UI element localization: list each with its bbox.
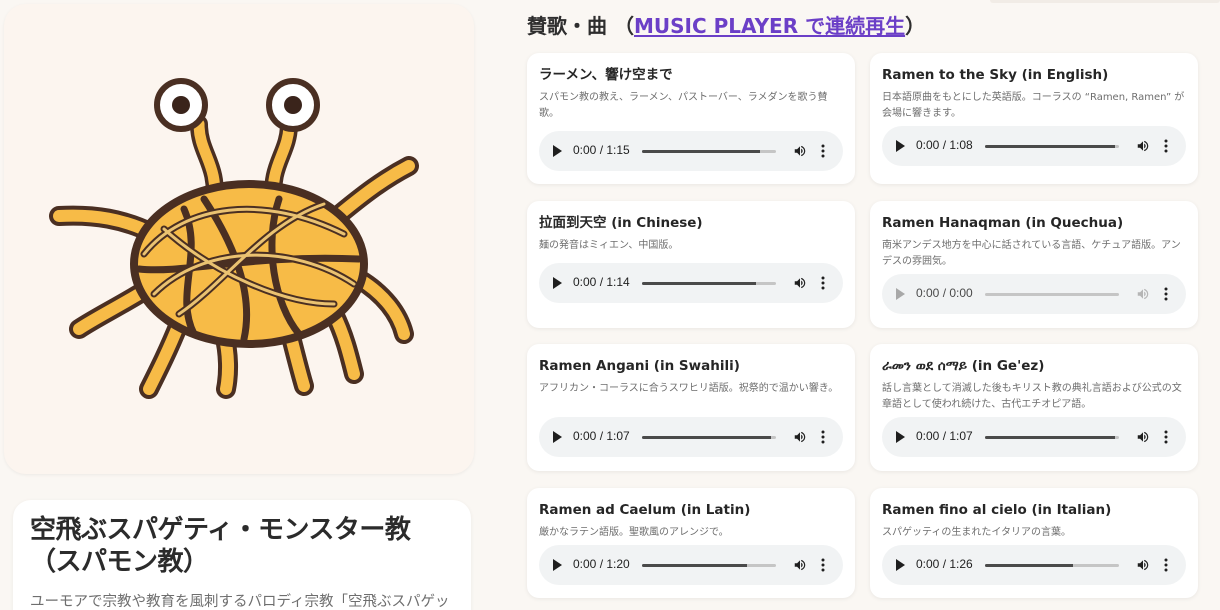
volume-icon[interactable] bbox=[793, 558, 807, 572]
song-description: スパゲッティの生まれたイタリアの言葉。 bbox=[882, 527, 1071, 538]
song-title: Ramen ad Caelum (in Latin) bbox=[539, 502, 751, 518]
song-title: Ramen Hanaqman (in Quechua) bbox=[882, 215, 1124, 231]
more-vertical-icon[interactable] bbox=[1164, 287, 1168, 301]
seek-bar[interactable] bbox=[642, 564, 776, 567]
volume-icon[interactable] bbox=[793, 430, 807, 444]
audio-player[interactable]: 0:00 / 1:20 bbox=[539, 545, 843, 585]
song-title: Ramen fino al cielo (in Italian) bbox=[882, 502, 1112, 518]
time-display: 0:00 / 0:00 bbox=[916, 286, 973, 300]
seek-bar[interactable] bbox=[642, 282, 776, 285]
song-description: 麺の発音はミィエン、中国版。 bbox=[539, 240, 679, 251]
volume-icon[interactable] bbox=[1136, 430, 1150, 444]
song-card: ራመን ወደ ሰማይ (in Ge'ez) 話し言葉として消滅した後もキリスト教… bbox=[870, 344, 1198, 471]
more-vertical-icon[interactable] bbox=[821, 144, 825, 158]
more-vertical-icon[interactable] bbox=[821, 276, 825, 290]
time-display: 0:00 / 1:20 bbox=[573, 557, 630, 571]
seek-bar[interactable] bbox=[985, 145, 1119, 148]
volume-icon[interactable] bbox=[1136, 287, 1150, 301]
time-display: 0:00 / 1:26 bbox=[916, 557, 973, 571]
more-vertical-icon[interactable] bbox=[821, 430, 825, 444]
audio-player[interactable]: 0:00 / 1:07 bbox=[882, 417, 1186, 457]
audio-player[interactable]: 0:00 / 0:00 bbox=[882, 274, 1186, 314]
song-card: Ramen fino al cielo (in Italian) スパゲッティの… bbox=[870, 488, 1198, 598]
more-vertical-icon[interactable] bbox=[1164, 430, 1168, 444]
audio-player[interactable]: 0:00 / 1:07 bbox=[539, 417, 843, 457]
song-card: 拉面到天空 (in Chinese) 麺の発音はミィエン、中国版。 0:00 /… bbox=[527, 201, 855, 328]
song-title: Ramen to the Sky (in English) bbox=[882, 67, 1109, 83]
song-title: Ramen Angani (in Swahili) bbox=[539, 358, 740, 374]
play-icon[interactable] bbox=[896, 288, 905, 300]
play-icon[interactable] bbox=[553, 431, 562, 443]
top-strip bbox=[990, 0, 1220, 3]
song-card: ラーメン、響け空まで スパモン教の教え、ラーメン、パストーバー、ラメダンを歌う賛… bbox=[527, 53, 855, 184]
intro-card: 空飛ぶスパゲティ・モンスター教（スパモン教） ユーモアで宗教や教育を風刺するパロ… bbox=[13, 500, 471, 610]
play-icon[interactable] bbox=[896, 140, 905, 152]
seek-bar[interactable] bbox=[642, 436, 776, 439]
audio-player[interactable]: 0:00 / 1:26 bbox=[882, 545, 1186, 585]
song-card: Ramen Hanaqman (in Quechua) 南米アンデス地方を中心に… bbox=[870, 201, 1198, 328]
volume-icon[interactable] bbox=[793, 144, 807, 158]
more-vertical-icon[interactable] bbox=[1164, 139, 1168, 153]
music-player-link[interactable]: MUSIC PLAYER で連続再生 bbox=[634, 14, 905, 38]
song-card: Ramen to the Sky (in English) 日本語原曲をもとにし… bbox=[870, 53, 1198, 184]
song-title: ラーメン、響け空まで bbox=[539, 67, 673, 83]
volume-icon[interactable] bbox=[1136, 139, 1150, 153]
audio-player[interactable]: 0:00 / 1:08 bbox=[882, 126, 1186, 166]
seek-bar[interactable] bbox=[985, 293, 1119, 296]
song-description: 話し言葉として消滅した後もキリスト教の典礼言語および公式の文章語として使われ続け… bbox=[882, 383, 1182, 410]
volume-icon[interactable] bbox=[793, 276, 807, 290]
time-display: 0:00 / 1:07 bbox=[916, 429, 973, 443]
section-title-prefix: 賛歌・曲 （ bbox=[527, 14, 634, 38]
audio-player[interactable]: 0:00 / 1:14 bbox=[539, 263, 843, 303]
time-display: 0:00 / 1:07 bbox=[573, 429, 630, 443]
song-description: スパモン教の教え、ラーメン、パストーバー、ラメダンを歌う賛歌。 bbox=[539, 92, 828, 119]
play-icon[interactable] bbox=[553, 559, 562, 571]
section-title-suffix: ） bbox=[905, 14, 926, 38]
time-display: 0:00 / 1:08 bbox=[916, 138, 973, 152]
hero-card bbox=[4, 4, 474, 474]
page-title: 空飛ぶスパゲティ・モンスター教（スパモン教） bbox=[30, 515, 411, 577]
time-display: 0:00 / 1:14 bbox=[573, 275, 630, 289]
play-icon[interactable] bbox=[896, 559, 905, 571]
song-description: アフリカン・コーラスに合うスワヒリ語版。祝祭的で温かい響き。 bbox=[539, 383, 839, 394]
seek-bar[interactable] bbox=[642, 150, 776, 153]
song-description: 南米アンデス地方を中心に話されている言語、ケチュア語版。アンデスの雰囲気。 bbox=[882, 240, 1181, 267]
seek-bar[interactable] bbox=[985, 564, 1119, 567]
song-card: Ramen Angani (in Swahili) アフリカン・コーラスに合うス… bbox=[527, 344, 855, 471]
audio-player[interactable]: 0:00 / 1:15 bbox=[539, 131, 843, 171]
song-title: 拉面到天空 (in Chinese) bbox=[539, 215, 703, 231]
song-description: 厳かなラテン語版。聖歌風のアレンジで。 bbox=[539, 527, 729, 538]
flying-spaghetti-monster-image bbox=[49, 78, 419, 399]
intro-text: ユーモアで宗教や教育を風刺するパロディ宗教「空飛ぶスパゲッテ bbox=[30, 594, 450, 610]
more-vertical-icon[interactable] bbox=[1164, 558, 1168, 572]
song-card: Ramen ad Caelum (in Latin) 厳かなラテン語版。聖歌風の… bbox=[527, 488, 855, 598]
seek-bar[interactable] bbox=[985, 436, 1119, 439]
volume-icon[interactable] bbox=[1136, 558, 1150, 572]
more-vertical-icon[interactable] bbox=[821, 558, 825, 572]
play-icon[interactable] bbox=[553, 145, 562, 157]
play-icon[interactable] bbox=[896, 431, 905, 443]
song-description: 日本語原曲をもとにした英語版。コーラスの “Ramen, Ramen” が会場に… bbox=[882, 92, 1185, 119]
play-icon[interactable] bbox=[553, 277, 562, 289]
time-display: 0:00 / 1:15 bbox=[573, 143, 630, 157]
section-title: 賛歌・曲 （MUSIC PLAYER で連続再生） bbox=[527, 10, 925, 39]
song-title: ራመን ወደ ሰማይ (in Ge'ez) bbox=[882, 358, 1045, 374]
